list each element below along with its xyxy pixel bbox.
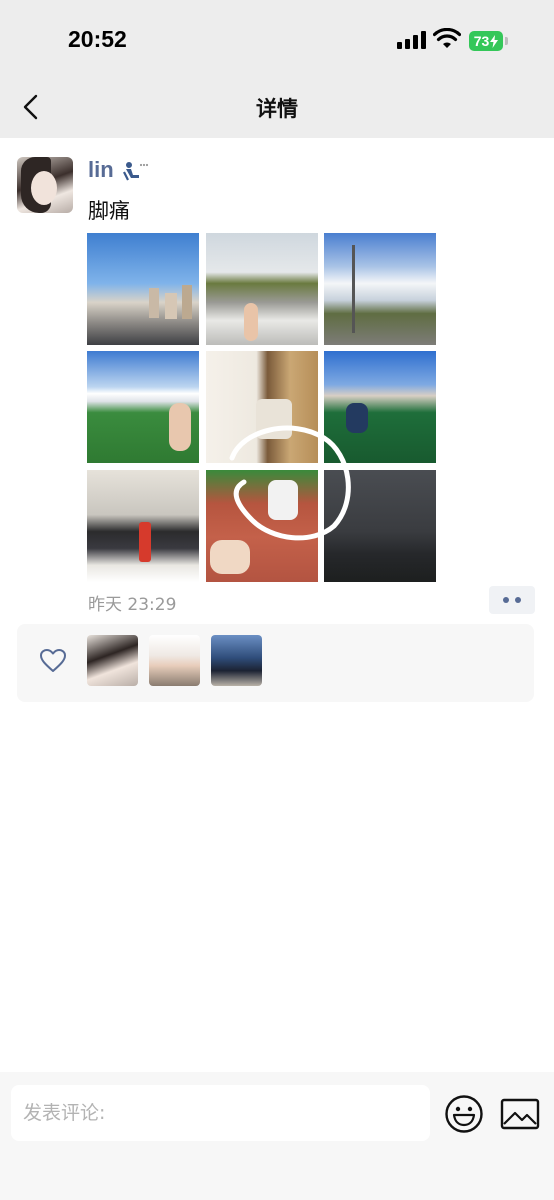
battery-level: 73 [473, 33, 490, 49]
photo-2[interactable] [206, 233, 318, 345]
post-timestamp: 昨天 23:29 [88, 595, 177, 615]
comment-input[interactable] [11, 1085, 430, 1141]
photo-7[interactable] [87, 470, 199, 582]
wifi-icon [433, 28, 461, 48]
status-figure-icon[interactable] [120, 160, 150, 184]
top-bar: 20:52 73 详情 [0, 0, 554, 138]
photo-9[interactable] [324, 470, 436, 582]
status-time: 20:52 [68, 26, 127, 52]
photo-5[interactable] [206, 351, 318, 463]
page-title: 详情 [256, 97, 298, 121]
comment-bar [0, 1072, 554, 1200]
heart-outline-icon [40, 649, 66, 672]
battery-indicator: 73 [469, 31, 503, 51]
picture-icon[interactable] [500, 1096, 540, 1132]
author-avatar[interactable] [17, 157, 73, 213]
photo-8[interactable] [206, 470, 318, 582]
cellular-signal-icon [397, 31, 426, 49]
author-name[interactable]: lin [88, 157, 114, 183]
photo-6[interactable] [324, 351, 436, 463]
liker-avatar-3[interactable] [211, 635, 262, 686]
post-text: 脚痛 [88, 199, 130, 223]
photo-1[interactable] [87, 233, 199, 345]
liker-avatar-2[interactable] [149, 635, 200, 686]
photo-4[interactable] [87, 351, 199, 463]
liker-avatar-1[interactable] [87, 635, 138, 686]
lightning-bolt-icon [490, 34, 499, 48]
battery-cap [505, 37, 508, 45]
photo-grid [87, 233, 436, 582]
likes-panel [17, 624, 534, 702]
more-dots-icon[interactable] [489, 586, 535, 614]
smiley-face-icon[interactable] [444, 1094, 484, 1134]
photo-3[interactable] [324, 233, 436, 345]
